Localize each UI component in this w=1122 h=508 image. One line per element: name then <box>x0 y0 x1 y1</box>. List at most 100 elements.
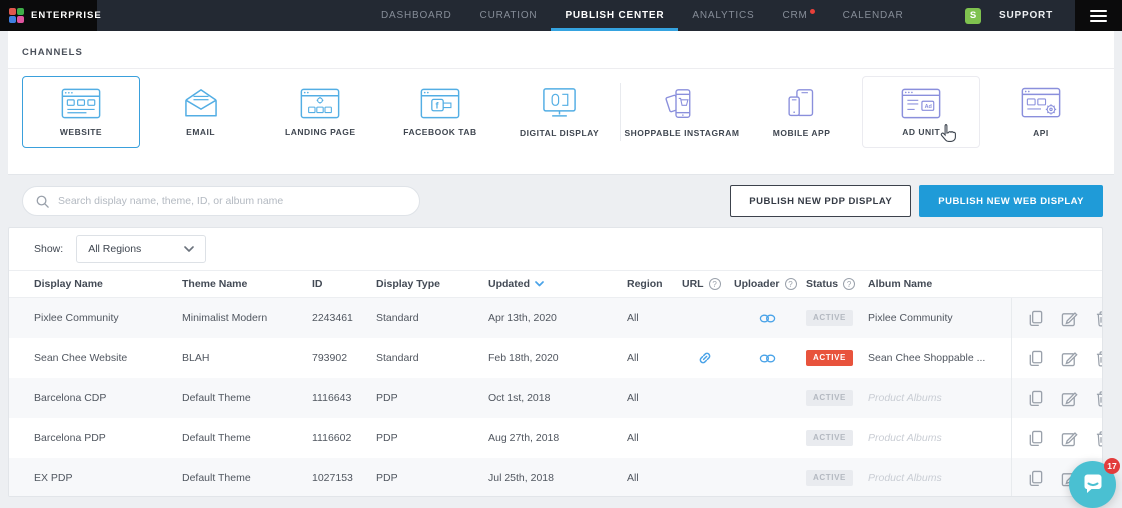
digital-display-icon <box>541 87 578 120</box>
channel-facebook-tab[interactable]: f FACEBOOK TAB <box>381 76 499 148</box>
edit-icon[interactable] <box>1061 310 1078 327</box>
copy-icon[interactable] <box>1027 390 1044 407</box>
status-badge: ACTIVE <box>806 470 853 486</box>
column-header-url[interactable]: URL ? <box>682 278 734 290</box>
region: All <box>627 352 639 364</box>
toolbar: PUBLISH NEW PDP DISPLAY PUBLISH NEW WEB … <box>0 175 1122 227</box>
uploader-chain-icon[interactable] <box>759 353 776 364</box>
table-header-row: Display Name Theme Name ID Display Type … <box>9 270 1102 298</box>
brand-name: ENTERPRISE <box>31 10 102 21</box>
nav-item-curation[interactable]: CURATION <box>466 0 552 31</box>
channels-panel: CHANNELS WEBSITE EMAIL <box>8 31 1114 175</box>
display-type: PDP <box>376 392 398 404</box>
nav-item-crm[interactable]: CRM <box>768 0 828 31</box>
theme-name: Default Theme <box>182 432 251 444</box>
channel-api[interactable]: API <box>982 76 1100 148</box>
copy-icon[interactable] <box>1027 310 1044 327</box>
api-icon <box>1021 87 1061 120</box>
display-id: 2243461 <box>312 312 353 324</box>
table-row[interactable]: EX PDP Default Theme 1027153 PDP Jul 25t… <box>9 458 1102 497</box>
pixlee-logo-icon <box>9 8 24 23</box>
nav-item-analytics[interactable]: ANALYTICS <box>678 0 768 31</box>
channel-email[interactable]: EMAIL <box>142 76 260 148</box>
nav-item-calendar[interactable]: CALENDAR <box>829 0 918 31</box>
uploader-help-icon[interactable]: ? <box>785 278 797 290</box>
display-name: Pixlee Community <box>34 312 119 324</box>
nav-item-dashboard[interactable]: DASHBOARD <box>367 0 466 31</box>
channel-mobile-app[interactable]: MOBILE APP <box>743 76 861 148</box>
filter-label: Show: <box>34 243 63 255</box>
column-header-album-name[interactable]: Album Name <box>868 278 1011 290</box>
column-header-display-type[interactable]: Display Type <box>376 278 488 290</box>
displays-table-panel: Show: All Regions Display Name Theme Nam… <box>8 227 1103 497</box>
chat-launcher[interactable]: 17 <box>1069 461 1116 508</box>
user-avatar-badge[interactable]: S <box>965 8 981 24</box>
channel-label: LANDING PAGE <box>285 127 356 137</box>
region: All <box>627 312 639 324</box>
column-header-status[interactable]: Status ? <box>806 278 868 290</box>
search-icon <box>35 194 50 209</box>
table-row[interactable]: Sean Chee Website BLAH 793902 Standard F… <box>9 338 1102 378</box>
nav-right: S SUPPORT <box>965 0 1075 31</box>
search-input[interactable] <box>58 195 407 207</box>
channel-label: API <box>1033 128 1049 138</box>
column-header-uploader[interactable]: Uploader ? <box>734 278 806 290</box>
album-name: Product Albums <box>868 392 942 404</box>
column-header-id[interactable]: ID <box>312 278 376 290</box>
display-type: PDP <box>376 472 398 484</box>
sort-desc-icon <box>535 281 544 287</box>
channels-row: WEBSITE EMAIL LANDING PAGE <box>8 69 1114 148</box>
edit-icon[interactable] <box>1061 390 1078 407</box>
publish-new-web-display-button[interactable]: PUBLISH NEW WEB DISPLAY <box>919 185 1103 217</box>
copy-icon[interactable] <box>1027 430 1044 447</box>
channel-landing-page[interactable]: LANDING PAGE <box>261 76 379 148</box>
copy-icon[interactable] <box>1027 350 1044 367</box>
table-row[interactable]: Pixlee Community Minimalist Modern 22434… <box>9 298 1102 338</box>
region-filter-dropdown[interactable]: All Regions <box>76 235 206 263</box>
toolbar-buttons: PUBLISH NEW PDP DISPLAY PUBLISH NEW WEB … <box>730 185 1103 217</box>
status-badge: ACTIVE <box>806 310 853 326</box>
channel-digital-display[interactable]: DIGITAL DISPLAY <box>501 76 619 148</box>
theme-name: Minimalist Modern <box>182 312 267 324</box>
table-row[interactable]: Barcelona PDP Default Theme 1116602 PDP … <box>9 418 1102 458</box>
column-header-updated[interactable]: Updated <box>488 278 627 290</box>
status-badge: ACTIVE <box>806 390 853 406</box>
support-link[interactable]: SUPPORT <box>999 10 1053 21</box>
hamburger-menu-icon[interactable] <box>1075 0 1122 31</box>
uploader-chain-icon[interactable] <box>759 313 776 324</box>
theme-name: BLAH <box>182 352 209 364</box>
copy-icon[interactable] <box>1027 470 1044 487</box>
theme-name: Default Theme <box>182 392 251 404</box>
display-name: Barcelona CDP <box>34 392 106 404</box>
trash-icon[interactable] <box>1095 390 1102 407</box>
updated-date: Feb 18th, 2020 <box>488 352 559 364</box>
column-header-display-name[interactable]: Display Name <box>34 278 182 290</box>
edit-icon[interactable] <box>1061 350 1078 367</box>
nav-item-publish-center[interactable]: PUBLISH CENTER <box>551 0 678 31</box>
trash-icon[interactable] <box>1095 350 1102 367</box>
region-filter-value: All Regions <box>88 243 141 255</box>
channel-website[interactable]: WEBSITE <box>22 76 140 148</box>
display-id: 1116602 <box>312 432 351 444</box>
column-header-theme-name[interactable]: Theme Name <box>182 278 312 290</box>
display-type: Standard <box>376 312 419 324</box>
trash-icon[interactable] <box>1095 310 1102 327</box>
mobile-app-icon <box>783 87 820 120</box>
nav-items: DASHBOARD CURATION PUBLISH CENTER ANALYT… <box>367 0 918 31</box>
status-help-icon[interactable]: ? <box>843 278 855 290</box>
channel-label: EMAIL <box>186 127 215 137</box>
publish-new-pdp-display-button[interactable]: PUBLISH NEW PDP DISPLAY <box>730 185 911 217</box>
column-header-region[interactable]: Region <box>627 278 682 290</box>
edit-icon[interactable] <box>1061 430 1078 447</box>
facebook-tab-icon: f <box>420 88 460 119</box>
display-id: 793902 <box>312 352 347 364</box>
table-row[interactable]: Barcelona CDP Default Theme 1116643 PDP … <box>9 378 1102 418</box>
url-help-icon[interactable]: ? <box>709 278 721 290</box>
updated-date: Aug 27th, 2018 <box>488 432 559 444</box>
album-name: Product Albums <box>868 432 942 444</box>
channel-ad-unit[interactable]: Ad AD UNIT <box>862 76 980 148</box>
url-link-icon[interactable] <box>698 351 712 365</box>
brand-logo[interactable]: ENTERPRISE <box>0 0 97 31</box>
trash-icon[interactable] <box>1095 430 1102 447</box>
channel-shoppable-instagram[interactable]: SHOPPABLE INSTAGRAM <box>623 76 741 148</box>
